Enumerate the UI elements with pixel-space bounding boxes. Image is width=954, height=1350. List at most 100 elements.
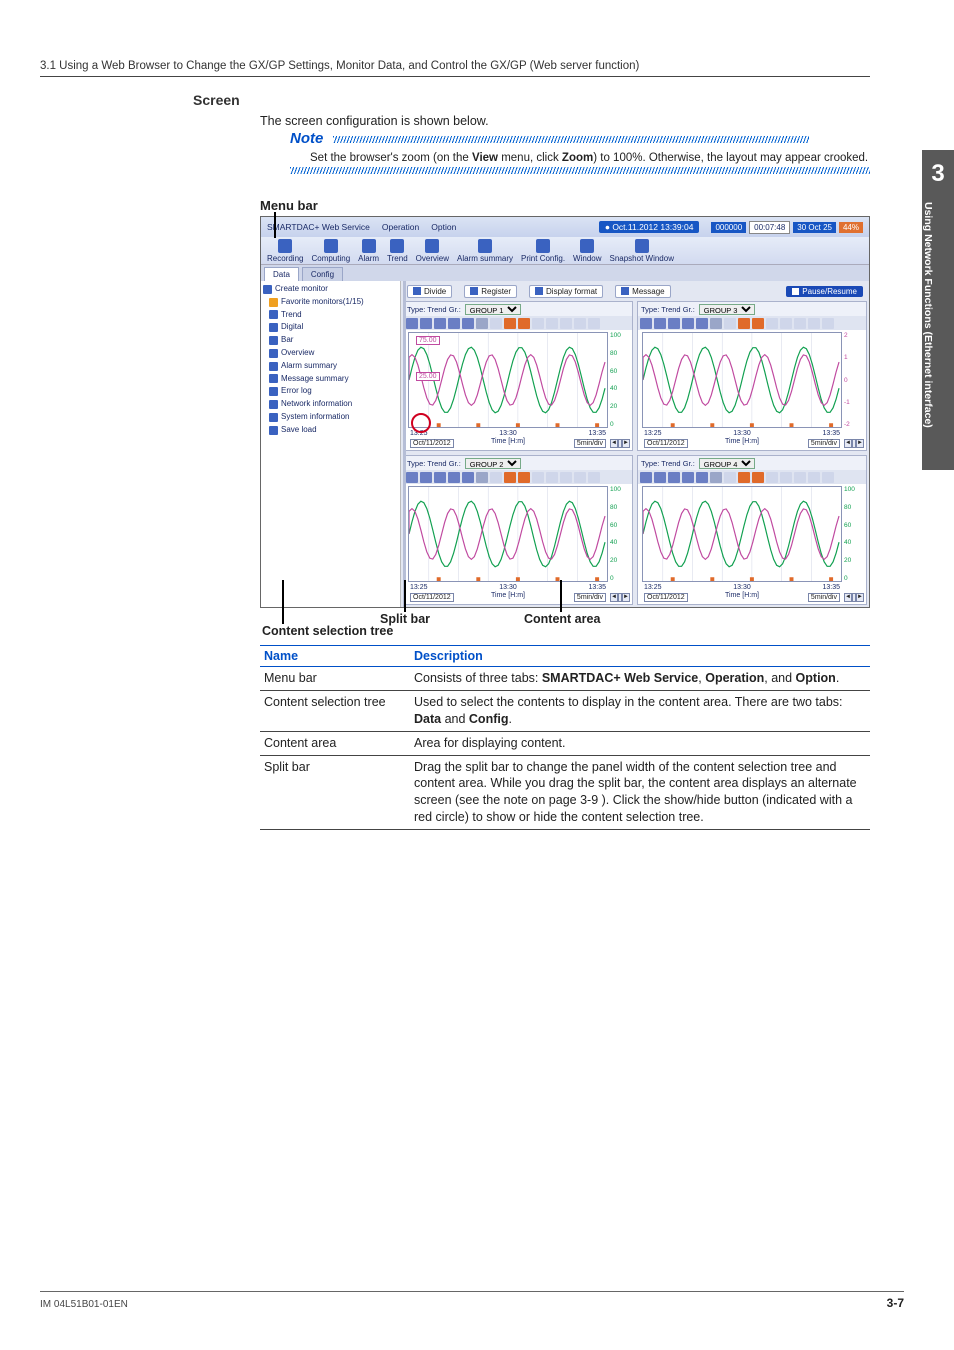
- panel-tool-button[interactable]: [724, 472, 736, 483]
- panel-tool-button[interactable]: [406, 472, 418, 483]
- panel-tool-button[interactable]: [724, 318, 736, 329]
- panel-tool-button[interactable]: [808, 318, 820, 329]
- panel-tool-button[interactable]: [780, 318, 792, 329]
- ic-computing[interactable]: Computing: [311, 239, 350, 263]
- panel-tool-button[interactable]: [682, 472, 694, 483]
- panel-tool-button[interactable]: [448, 472, 460, 483]
- panel-tool-button[interactable]: [518, 318, 530, 329]
- btn-divide[interactable]: Divide: [407, 285, 452, 298]
- group-select[interactable]: GROUP 4: [699, 458, 755, 469]
- panel-tool-button[interactable]: [822, 318, 834, 329]
- chapter-title: Using Network Functions (Ethernet interf…: [922, 188, 934, 458]
- tab-operation[interactable]: Operation: [382, 222, 419, 232]
- callout-line: [404, 580, 406, 612]
- cell-name: Content area: [260, 731, 410, 755]
- menubar-label: Menu bar: [260, 198, 318, 213]
- panel-tool-button[interactable]: [696, 472, 708, 483]
- panel-tool-button[interactable]: [434, 318, 446, 329]
- btn-register[interactable]: Register: [464, 285, 517, 298]
- panel-tool-button[interactable]: [532, 318, 544, 329]
- panel-tool-button[interactable]: [434, 472, 446, 483]
- panel-tool-button[interactable]: [668, 318, 680, 329]
- content-area: Divide Register Display format Message P…: [401, 281, 869, 607]
- ic-print-config[interactable]: Print Config.: [521, 239, 565, 263]
- panel-scroller[interactable]: ◄►: [844, 593, 864, 602]
- tab-data[interactable]: Data: [264, 267, 299, 281]
- cell-name: Content selection tree: [260, 690, 410, 731]
- ic-trend[interactable]: Trend: [387, 239, 408, 263]
- content-selection-tree[interactable]: Create monitor Favorite monitors(1/15) T…: [261, 281, 401, 607]
- panel-tool-button[interactable]: [448, 318, 460, 329]
- tab-option[interactable]: Option: [431, 222, 456, 232]
- group-select[interactable]: GROUP 3: [699, 304, 755, 315]
- panel-tool-button[interactable]: [490, 318, 502, 329]
- panel-tool-button[interactable]: [808, 472, 820, 483]
- panel-tool-button[interactable]: [476, 472, 488, 483]
- panel-tool-button[interactable]: [462, 472, 474, 483]
- panel-tool-button[interactable]: [406, 318, 418, 329]
- panel-tool-button[interactable]: [640, 318, 652, 329]
- ic-window[interactable]: Window: [573, 239, 601, 263]
- ic-alarm[interactable]: Alarm: [358, 239, 379, 263]
- panel-toolbar: [638, 316, 866, 330]
- panel-group-2: Type: Trend Gr.:GROUP 210080604020013:25…: [403, 455, 633, 605]
- panel-tool-button[interactable]: [588, 318, 600, 329]
- rate-box: 5min/div: [574, 439, 606, 448]
- panel-tool-button[interactable]: [532, 472, 544, 483]
- group-select[interactable]: GROUP 2: [465, 458, 521, 469]
- panel-tool-button[interactable]: [588, 472, 600, 483]
- ic-overview[interactable]: Overview: [416, 239, 449, 263]
- panel-tool-button[interactable]: [822, 472, 834, 483]
- screen-description: The screen configuration is shown below.: [260, 114, 489, 128]
- ic-recording[interactable]: Recording: [267, 239, 303, 263]
- panel-tool-button[interactable]: [794, 318, 806, 329]
- panel-tool-button[interactable]: [420, 472, 432, 483]
- panel-tool-button[interactable]: [682, 318, 694, 329]
- panel-tool-button[interactable]: [518, 472, 530, 483]
- panel-scroller[interactable]: ◄►: [844, 439, 864, 448]
- panel-tool-button[interactable]: [640, 472, 652, 483]
- btn-display-format[interactable]: Display format: [529, 285, 603, 298]
- panel-tool-button[interactable]: [766, 318, 778, 329]
- panel-tool-button[interactable]: [710, 472, 722, 483]
- cell-name: Menu bar: [260, 667, 410, 691]
- panel-tool-button[interactable]: [420, 318, 432, 329]
- date-box: Oct/11/2012: [644, 439, 688, 448]
- panel-scroller[interactable]: ◄►: [610, 439, 630, 448]
- split-bar[interactable]: [403, 281, 406, 607]
- btn-pause-resume[interactable]: Pause/Resume: [786, 286, 863, 297]
- panel-tool-button[interactable]: [696, 318, 708, 329]
- panel-group-1: Type: Trend Gr.:GROUP 110080604020013:25…: [403, 301, 633, 451]
- panel-tool-button[interactable]: [738, 318, 750, 329]
- panel-tool-button[interactable]: [504, 472, 516, 483]
- tab-config[interactable]: Config: [302, 267, 343, 281]
- panel-tool-button[interactable]: [766, 472, 778, 483]
- panel-scroller[interactable]: ◄►: [610, 593, 630, 602]
- panel-tool-button[interactable]: [476, 318, 488, 329]
- panel-tool-button[interactable]: [546, 318, 558, 329]
- panel-tool-button[interactable]: [504, 318, 516, 329]
- panel-tool-button[interactable]: [654, 318, 666, 329]
- btn-message[interactable]: Message: [615, 285, 670, 298]
- panel-tool-button[interactable]: [546, 472, 558, 483]
- panel-tool-button[interactable]: [574, 472, 586, 483]
- panel-tool-button[interactable]: [752, 318, 764, 329]
- panel-tool-button[interactable]: [560, 472, 572, 483]
- ic-alarm-summary[interactable]: Alarm summary: [457, 239, 513, 263]
- ic-snapshot[interactable]: Snapshot Window: [610, 239, 674, 263]
- panel-tool-button[interactable]: [780, 472, 792, 483]
- panel-tool-button[interactable]: [490, 472, 502, 483]
- panel-toolbar: [638, 470, 866, 484]
- panel-tool-button[interactable]: [462, 318, 474, 329]
- panel-tool-button[interactable]: [752, 472, 764, 483]
- panel-tool-button[interactable]: [710, 318, 722, 329]
- panel-tool-button[interactable]: [574, 318, 586, 329]
- panel-tool-button[interactable]: [794, 472, 806, 483]
- panel-tool-button[interactable]: [654, 472, 666, 483]
- clock: ● Oct.11.2012 13:39:04: [599, 221, 700, 233]
- panel-tool-button[interactable]: [560, 318, 572, 329]
- tab-smartdac[interactable]: SMARTDAC+ Web Service: [267, 222, 370, 232]
- panel-tool-button[interactable]: [738, 472, 750, 483]
- group-select[interactable]: GROUP 1: [465, 304, 521, 315]
- panel-tool-button[interactable]: [668, 472, 680, 483]
